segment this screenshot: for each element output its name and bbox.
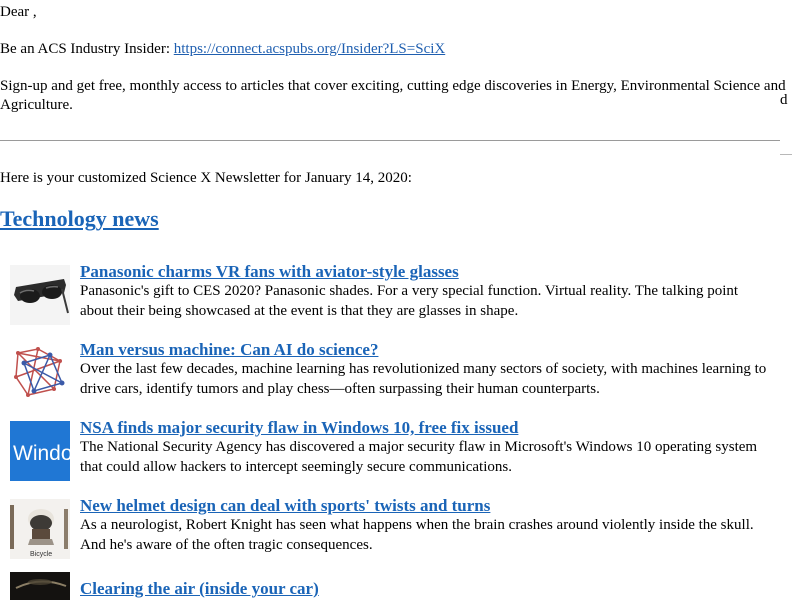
article-description-line: As a neurologist, Robert Knight has seen… [80,517,754,533]
article-item: Man versus machine: Can AI do science? O… [0,340,800,403]
greeting: Dear , [0,4,37,20]
article-item: Clearing the air (inside your car) [0,572,800,600]
article-description-line: Panasonic's gift to CES 2020? Panasonic … [80,283,739,299]
article-description-line: that could allow hackers to intercept se… [80,458,512,475]
windows-logo-icon: Windo [10,421,70,481]
article-title-link[interactable]: New helmet design can deal with sports' … [80,496,490,516]
article-item: Panasonic charms VR fans with aviator-st… [0,262,800,325]
article-description-line: Over the last few decades, machine learn… [80,361,767,377]
signup-text-line-2: Agriculture. [0,97,73,113]
article-description-line: The National Security Agency has discove… [80,439,758,455]
helmet-icon: Bicycle [10,499,70,559]
insider-promo-text: Be an ACS Industry Insider: [0,41,174,57]
section-title-technology-news[interactable]: Technology news [0,205,159,233]
article-thumbnail[interactable] [10,265,70,325]
signup-text-line-1: Sign-up and get free, monthly access to … [0,78,786,94]
newsletter-intro: Here is your customized Science X Newsle… [0,170,412,186]
article-description-line: drive cars, identify tumors and play che… [80,380,600,397]
divider [0,140,780,141]
windows-thumb-text: Windo [13,442,70,465]
article-title-link[interactable]: Clearing the air (inside your car) [80,579,319,599]
article-thumbnail[interactable] [10,343,70,403]
insider-promo-line: Be an ACS Industry Insider: https://conn… [0,40,445,59]
article-title-link[interactable]: Panasonic charms VR fans with aviator-st… [80,262,459,282]
article-thumbnail[interactable] [10,572,70,600]
article-thumbnail[interactable]: Windo [10,421,70,481]
network-graph-icon [10,343,70,403]
article-item: Windo NSA finds major security flaw in W… [0,418,800,481]
side-truncated-text: d [780,92,788,108]
article-title-link[interactable]: Man versus machine: Can AI do science? [80,340,378,360]
article-thumbnail[interactable]: Bicycle [10,499,70,559]
article-description: The National Security Agency has discove… [80,438,770,477]
helmet-thumb-text: Bicycle [30,551,52,558]
vr-glasses-icon [10,265,70,325]
article-description: As a neurologist, Robert Knight has seen… [80,516,770,555]
article-title-link[interactable]: NSA finds major security flaw in Windows… [80,418,518,438]
article-description: Panasonic's gift to CES 2020? Panasonic … [80,282,770,321]
side-divider-fragment [780,154,792,155]
article-description: Over the last few decades, machine learn… [80,360,770,399]
article-description-line: And he's aware of the often tragic conse… [80,536,373,553]
insider-promo-link[interactable]: https://connect.acspubs.org/Insider?LS=S… [174,41,445,57]
article-item: Bicycle New helmet design can deal with … [0,496,800,559]
car-interior-icon [10,572,70,600]
article-description-line: about their being showcased at the event… [80,302,519,319]
